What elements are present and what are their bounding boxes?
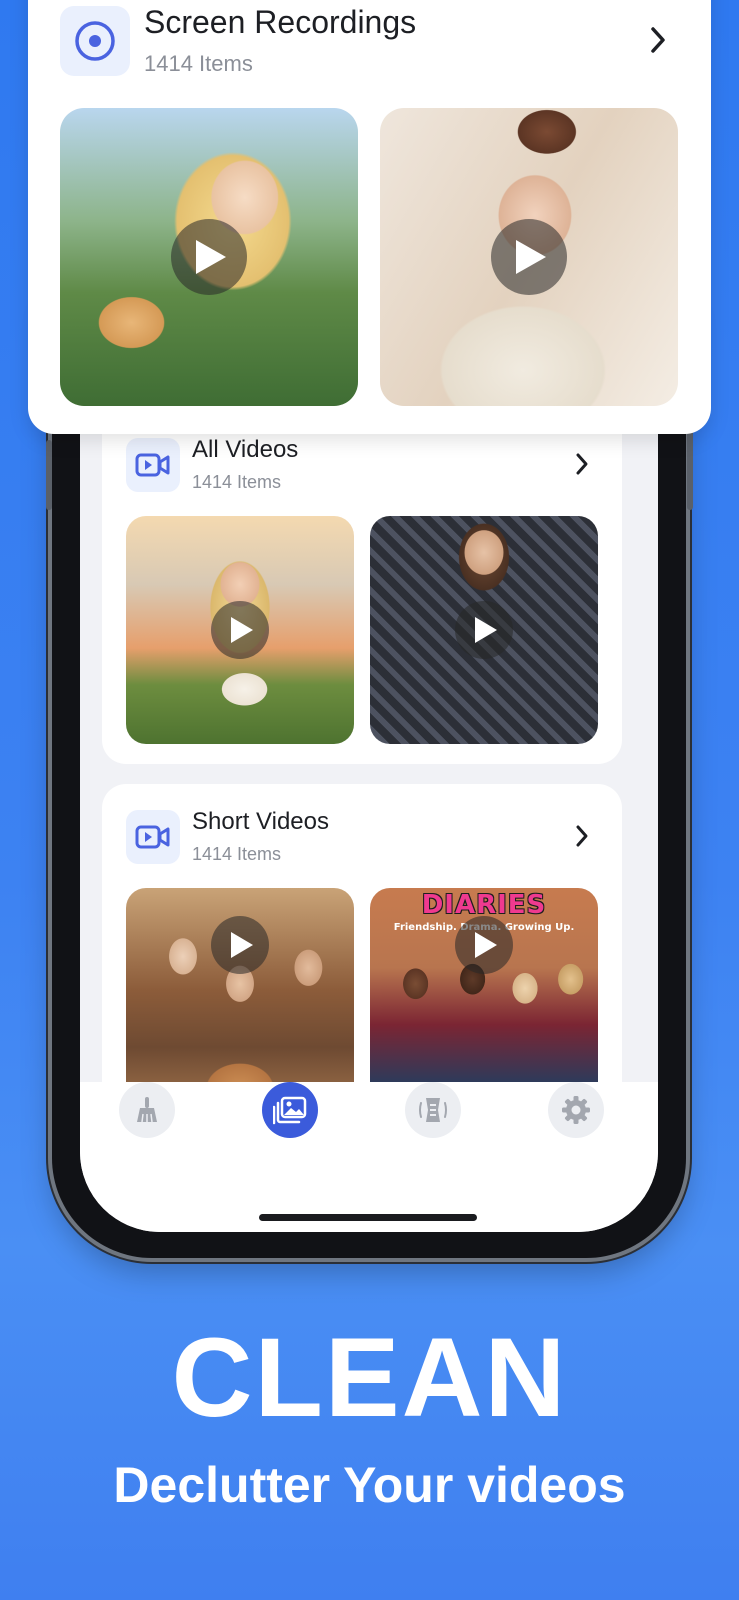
play-icon [171, 219, 247, 295]
album-card-all-videos[interactable]: All Videos 1414 Items [102, 390, 622, 764]
album-card-screen-recordings[interactable]: Screen Recordings 1414 Items [28, 0, 711, 434]
clean-tab[interactable] [119, 1082, 175, 1138]
compress-tab[interactable] [405, 1082, 461, 1138]
album-title: Short Videos [192, 808, 329, 835]
play-icon [491, 219, 567, 295]
album-count: 1414 Items [192, 844, 282, 864]
video-thumbnail[interactable] [380, 108, 678, 406]
play-icon [455, 601, 513, 659]
screen-record-icon [60, 5, 130, 76]
album-count: 1414 Items [192, 472, 282, 492]
play-icon [211, 916, 269, 974]
chevron-right-icon[interactable] [648, 25, 668, 55]
gear-icon [562, 1096, 590, 1124]
settings-tab[interactable] [548, 1082, 604, 1138]
album-count: 1414 Items [144, 51, 253, 76]
subheadline: Declutter Your videos [113, 1457, 626, 1513]
album-title: All Videos [192, 436, 299, 463]
compress-icon [419, 1098, 447, 1122]
play-icon [455, 916, 513, 974]
chevron-right-icon[interactable] [574, 824, 590, 848]
video-camera-icon [126, 437, 180, 492]
media-tab[interactable] [262, 1082, 318, 1138]
video-camera-icon [126, 809, 180, 864]
video-thumbnail[interactable] [126, 516, 354, 744]
chevron-right-icon[interactable] [574, 452, 590, 476]
bottom-tab-bar [80, 1082, 658, 1232]
video-thumbnail[interactable] [60, 108, 358, 406]
home-indicator [259, 1214, 477, 1221]
play-icon [211, 601, 269, 659]
video-thumbnail[interactable] [370, 516, 598, 744]
phone-side-button [46, 440, 52, 510]
photo-stack-icon [273, 1096, 307, 1125]
album-title: Screen Recordings [144, 4, 417, 40]
headline: CLEAN [171, 1315, 568, 1440]
broom-icon [137, 1097, 157, 1123]
